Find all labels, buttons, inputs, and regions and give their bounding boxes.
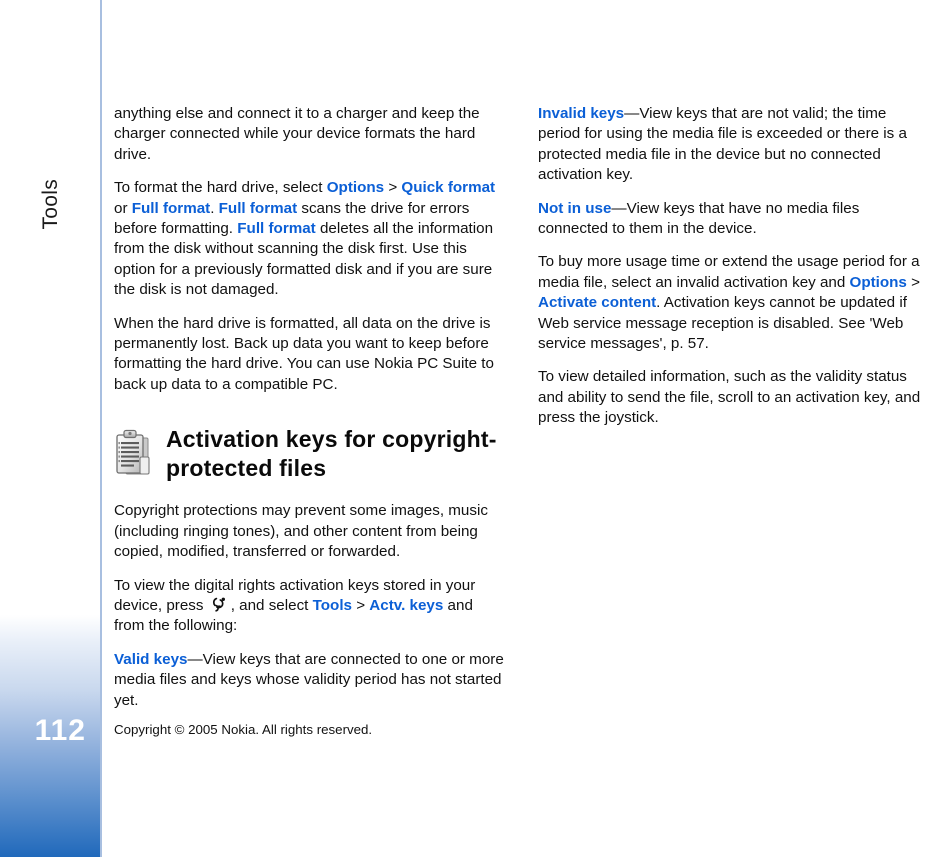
ui-term-full-format: Full format bbox=[218, 199, 298, 217]
ui-term-tools: Tools bbox=[312, 596, 352, 614]
clipboard-document-icon bbox=[114, 427, 154, 479]
paragraph-copyright-protections: Copyright protections may prevent some i… bbox=[114, 502, 488, 561]
content-area: anything else and connect it to a charge… bbox=[114, 104, 931, 804]
ui-term-full-format: Full format bbox=[131, 199, 211, 217]
left-column: anything else and connect it to a charge… bbox=[114, 104, 507, 724]
right-column: Invalid keys—View keys that are not vali… bbox=[538, 104, 931, 442]
ui-term-invalid-keys: Invalid keys bbox=[538, 105, 625, 122]
ui-term-actv-keys: Actv. keys bbox=[369, 596, 444, 614]
paragraph-hard-drive-charger: anything else and connect it to a charge… bbox=[114, 105, 480, 163]
paragraph-view-detailed-info: To view detailed information, such as th… bbox=[538, 368, 921, 427]
paragraph-not-in-use: Not in use—View keys that have no media … bbox=[538, 199, 931, 240]
page-number: 112 bbox=[34, 714, 86, 747]
paragraph-format-hard-drive: To format the hard drive, select Options… bbox=[114, 178, 507, 300]
text-run: To format the hard drive, select bbox=[114, 179, 327, 197]
text-run: > bbox=[906, 273, 920, 291]
paragraph-valid-keys: Valid keys—View keys that are connected … bbox=[114, 650, 507, 711]
chapter-label-text: Tools bbox=[39, 179, 62, 230]
ui-term-activate-content: Activate content bbox=[538, 294, 657, 312]
text-run: , and select bbox=[230, 596, 313, 614]
paragraph-invalid-keys: Invalid keys—View keys that are not vali… bbox=[538, 104, 931, 186]
ui-term-options: Options bbox=[326, 179, 385, 197]
paragraph-data-loss-warning: When the hard drive is formatted, all da… bbox=[114, 314, 494, 393]
text-run: > bbox=[351, 596, 370, 614]
chapter-tab: Tools bbox=[0, 0, 102, 230]
ui-term-valid-keys: Valid keys bbox=[114, 650, 188, 668]
section-title: Activation keys for copyright-protected … bbox=[166, 426, 497, 482]
chapter-sidebar: Tools 112 bbox=[0, 0, 102, 857]
ui-term-not-in-use: Not in use bbox=[538, 199, 612, 217]
paragraph-buy-usage-time: To buy more usage time or extend the usa… bbox=[538, 252, 931, 354]
nokia-menu-key-icon bbox=[211, 596, 228, 613]
copyright-footer: Copyright © 2005 Nokia. All rights reser… bbox=[114, 722, 373, 737]
text-run: or bbox=[114, 199, 132, 217]
ui-term-full-format: Full format bbox=[237, 220, 316, 238]
ui-term-quick-format: Quick format bbox=[401, 179, 496, 197]
ui-term-options: Options bbox=[849, 273, 907, 291]
paragraph-view-activation-keys: To view the digital rights activation ke… bbox=[114, 576, 507, 637]
section-heading: Activation keys for copyright-protected … bbox=[114, 423, 507, 483]
document-page: Tools 112 anything else and connect it t… bbox=[0, 0, 931, 857]
text-run: . bbox=[210, 199, 219, 217]
text-run: > bbox=[384, 179, 402, 197]
